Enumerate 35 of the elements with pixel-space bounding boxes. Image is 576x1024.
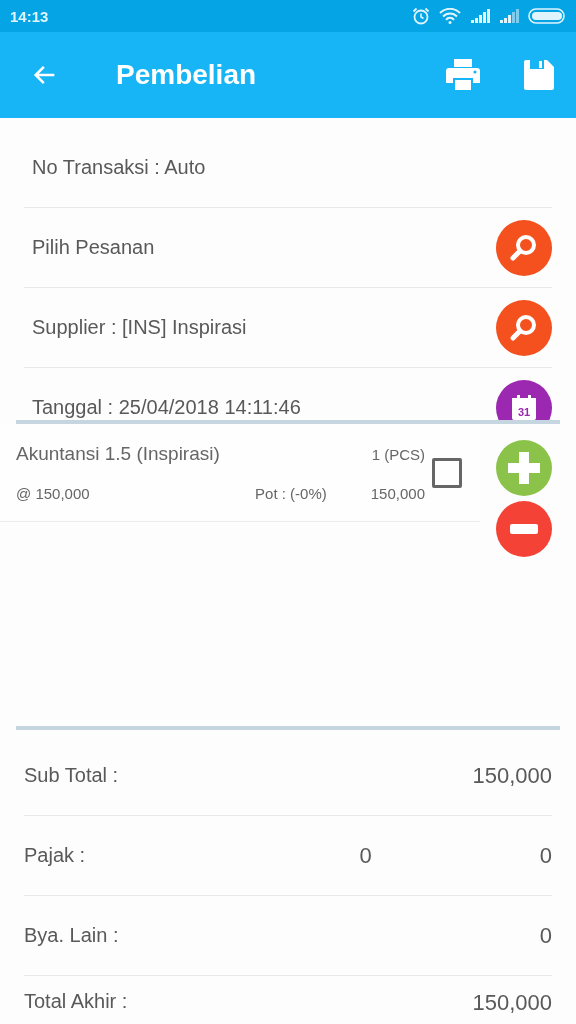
search-icon xyxy=(509,232,539,263)
calendar-button[interactable]: 31 xyxy=(496,379,552,420)
remove-button[interactable] xyxy=(496,501,552,557)
add-button[interactable] xyxy=(496,440,552,496)
calendar-day: 31 xyxy=(496,405,552,418)
summary-value: 0 xyxy=(539,842,552,869)
search-icon xyxy=(509,312,539,343)
summary-label: Sub Total : xyxy=(24,764,120,787)
field-label: Supplier : [INS] Inspirasi xyxy=(31,316,247,339)
field-label: No Transaksi : Auto xyxy=(31,156,206,179)
summary-value: 0 xyxy=(539,922,552,949)
item-total: 150,000 xyxy=(370,485,425,502)
item-name: Akuntansi 1.5 (Inspirasi) xyxy=(16,443,220,465)
summary-value: 150,000 xyxy=(472,990,552,1016)
summary-label: Total Akhir : xyxy=(24,990,129,1013)
battery-icon xyxy=(528,8,566,24)
printer-icon[interactable] xyxy=(446,59,480,91)
status-time: 14:13 xyxy=(10,7,49,25)
field-label: Pilih Pesanan xyxy=(31,236,155,259)
calendar-icon xyxy=(511,394,537,420)
item-price: @ 150,000 xyxy=(16,485,90,502)
summary-rate: 0 xyxy=(359,842,372,869)
alarm-icon xyxy=(412,7,430,25)
signal-icon xyxy=(470,9,490,23)
summary-label: Bya. Lain : xyxy=(24,924,120,947)
checkbox[interactable] xyxy=(432,457,462,488)
summary-label: Pajak : xyxy=(24,844,87,867)
wifi-icon xyxy=(439,8,461,24)
item-discount: Pot : (-0%) xyxy=(255,485,327,502)
signal-icon xyxy=(499,9,519,23)
item-quantity: 1 (PCS) xyxy=(371,446,425,463)
toolbar-title: Pembelian xyxy=(116,59,258,91)
save-icon[interactable] xyxy=(524,60,554,90)
field-label: Tanggal : 25/04/2018 14:11:46 xyxy=(31,396,301,419)
summary-value: 150,000 xyxy=(472,762,552,789)
